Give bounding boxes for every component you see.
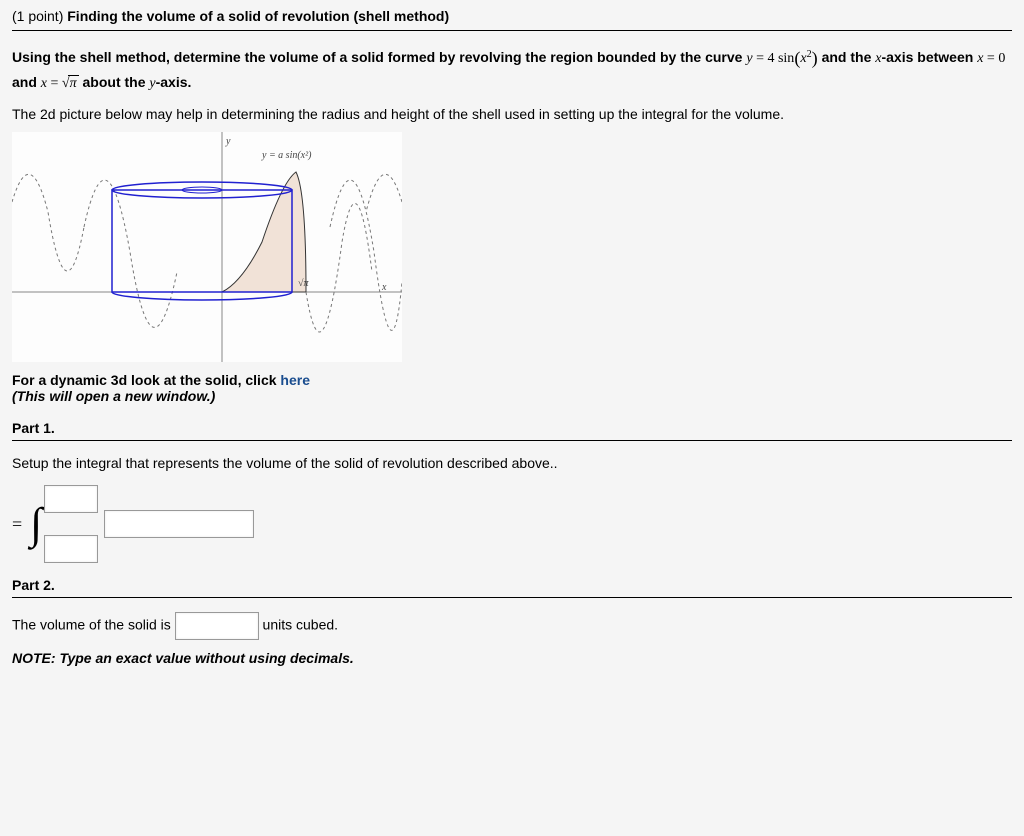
problem-title-line: (1 point) Finding the volume of a solid … [12, 8, 1012, 24]
problem-container: (1 point) Finding the volume of a solid … [12, 8, 1012, 666]
divider [12, 597, 1012, 598]
fig-x-label: x [382, 282, 386, 293]
part1-instruction: Setup the integral that represents the v… [12, 455, 1012, 471]
dynamic-link-prefix: For a dynamic 3d look at the solid, clic… [12, 372, 280, 388]
part1-heading: Part 1. [12, 420, 1012, 436]
instr-mid2: -axis between [881, 49, 977, 65]
fig-curve-label: y = a sin(x²) [262, 150, 311, 161]
fig-y-label: y [226, 136, 230, 147]
volume-answer-input[interactable] [175, 612, 259, 640]
part2-answer-line: The volume of the solid is units cubed. [12, 612, 1012, 640]
instr-mid3: and [12, 74, 41, 90]
instr-mid1: and the [822, 49, 876, 65]
eq1-func: sin [774, 51, 794, 66]
instr-prefix: Using the shell method, determine the vo… [12, 49, 746, 65]
integral-setup: = ∫ [12, 485, 1012, 563]
dynamic-3d-link[interactable]: here [280, 372, 310, 388]
eq2-eq: = [983, 51, 998, 66]
figure-svg [12, 132, 402, 362]
divider [12, 440, 1012, 441]
answer-suffix: units cubed. [263, 617, 339, 633]
integral-bounds [44, 485, 98, 563]
problem-title: Finding the volume of a solid of revolut… [67, 8, 449, 24]
equals-sign: = [12, 514, 22, 535]
eq2-rhs: 0 [998, 51, 1005, 66]
dynamic-note: (This will open a new window.) [12, 388, 1012, 404]
sqrt-expr: √π [62, 73, 79, 94]
dynamic-link-line: For a dynamic 3d look at the solid, clic… [12, 372, 1012, 388]
divider [12, 30, 1012, 31]
note: NOTE: Type an exact value without using … [12, 650, 1012, 666]
eq3-eq: = [47, 76, 62, 91]
fig-sqrtpi-label: √π [298, 278, 309, 289]
figure: y y = a sin(x²) √π x [12, 132, 402, 362]
lower-bound-input[interactable] [44, 535, 98, 563]
main-instruction: Using the shell method, determine the vo… [12, 45, 1012, 94]
points-label: (1 point) [12, 8, 63, 24]
integral-icon: ∫ [30, 502, 42, 546]
instr-mid4: about the [79, 74, 150, 90]
instr-suffix: -axis. [156, 74, 192, 90]
part2-heading: Part 2. [12, 577, 1012, 593]
integrand-input[interactable] [104, 510, 254, 538]
answer-prefix: The volume of the solid is [12, 617, 175, 633]
upper-bound-input[interactable] [44, 485, 98, 513]
eq1-eq: = [753, 51, 768, 66]
helper-text: The 2d picture below may help in determi… [12, 106, 1012, 122]
